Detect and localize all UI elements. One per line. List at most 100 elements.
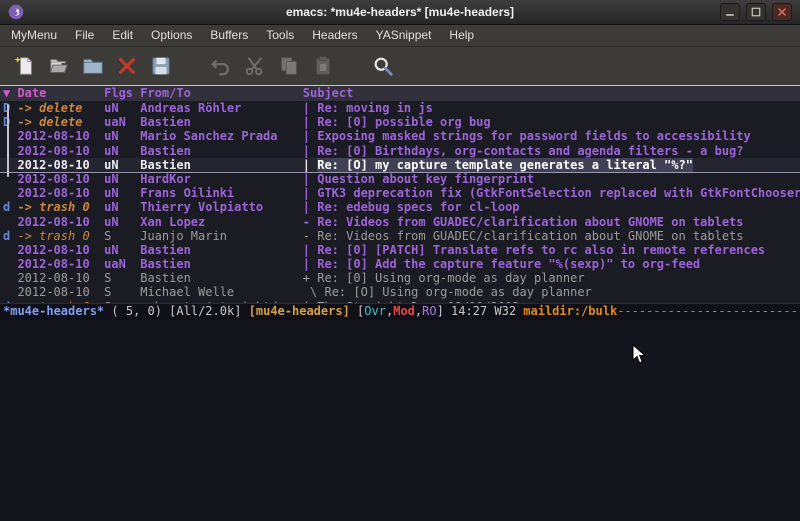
message-row[interactable]: 2012-08-10uNBastien| Re: [0] Birthdays, …: [0, 144, 800, 158]
new-file-button[interactable]: [10, 51, 40, 81]
menu-item-yasnippet[interactable]: YASnippet: [367, 25, 441, 46]
emacs-frame: ▼DateFlgsFrom/ToSubject D-> deleteuNAndr…: [0, 85, 800, 521]
undo-button[interactable]: [206, 51, 236, 81]
menu-item-file[interactable]: File: [66, 25, 103, 46]
message-date: -> delete: [17, 101, 104, 115]
menu-item-mymenu[interactable]: MyMenu: [2, 25, 66, 46]
menu-item-tools[interactable]: Tools: [257, 25, 303, 46]
menu-item-headers[interactable]: Headers: [303, 25, 366, 46]
mark-char: d: [3, 229, 17, 243]
message-subject: Re: edebug specs for cl-loop: [317, 200, 519, 214]
toolbar: [0, 47, 800, 85]
message-subject: Re: [0] Add the capture feature "%(sexp)…: [317, 257, 700, 271]
mark-char: d: [3, 300, 17, 303]
open-file-button[interactable]: [44, 51, 74, 81]
scrollbar-thumb[interactable]: [7, 104, 9, 177]
close-buffer-button[interactable]: [112, 51, 142, 81]
menu-item-buffers[interactable]: Buffers: [201, 25, 257, 46]
message-row[interactable]: 2012-08-10uNBastien| Re: [O] my capture …: [0, 158, 800, 172]
message-row[interactable]: 2012-08-10uNBastien| Re: [0] [PATCH] Tra…: [0, 243, 800, 257]
message-subject: Re: moving in js: [317, 101, 433, 115]
message-from: Xan Lopez: [140, 215, 303, 229]
message-flags: uN: [104, 158, 140, 172]
message-row[interactable]: d-> trash 0uNThierry Volpiatto| Re: edeb…: [0, 200, 800, 214]
modeline-plain: ]: [437, 304, 451, 318]
message-from: Thierry Volpiatto: [140, 200, 303, 214]
headers-buffer: D-> deleteuNAndreas Röhler| Re: moving i…: [0, 101, 800, 303]
column-header-flags[interactable]: Flgs: [104, 86, 140, 101]
copy-button[interactable]: [274, 51, 304, 81]
save-buffer-button[interactable]: [146, 51, 176, 81]
message-row[interactable]: 2012-08-10SBastien+ Re: [0] Using org-mo…: [0, 271, 800, 285]
thread-indicator: -: [303, 215, 317, 229]
headers-column-header: ▼DateFlgsFrom/ToSubject: [0, 86, 800, 101]
mark-char: d: [3, 200, 17, 214]
thread-indicator: -: [303, 229, 317, 243]
mark-char: D: [3, 101, 17, 115]
maximize-button[interactable]: [746, 3, 766, 21]
message-date: 2012-08-10: [17, 144, 104, 158]
column-header-from[interactable]: From/To: [140, 86, 303, 101]
message-from: Bastien: [140, 115, 303, 129]
minimize-button[interactable]: [720, 3, 740, 21]
column-header-subject[interactable]: Subject: [303, 86, 354, 100]
modeline[interactable]: *mu4e-headers* ( 5, 0) [All/2.0k] [mu4e-…: [0, 303, 800, 320]
message-date: 2012-08-10: [17, 271, 104, 285]
message-row[interactable]: D-> deleteuNAndreas Röhler| Re: moving i…: [0, 101, 800, 115]
cut-button[interactable]: [240, 51, 270, 81]
titlebar[interactable]: emacs: *mu4e-headers* [mu4e-headers]: [0, 0, 800, 25]
message-row[interactable]: 2012-08-10uNFrans Oilinki| GTK3 deprecat…: [0, 186, 800, 200]
message-row[interactable]: 2012-08-10uNHardKor| Question about key …: [0, 172, 800, 186]
dired-button[interactable]: [78, 51, 108, 81]
message-flags: uN: [104, 129, 140, 143]
message-from: Michael Welle: [140, 285, 303, 299]
message-date: -> trash 0: [17, 300, 104, 303]
open-file-icon: [48, 55, 70, 77]
message-from: Andreas Röhler: [140, 101, 303, 115]
message-subject: Re: Videos from GUADEC/clarification abo…: [317, 229, 743, 243]
echo-area[interactable]: [0, 320, 800, 521]
menu-item-edit[interactable]: Edit: [103, 25, 142, 46]
thread-indicator: \: [303, 285, 325, 299]
menu-item-help[interactable]: Help: [440, 25, 483, 46]
modeline-ovr: Ovr: [364, 304, 386, 318]
emacs-app-icon: [8, 4, 24, 20]
message-subject: Question about key fingerprint: [317, 172, 534, 186]
message-flags: uN: [104, 243, 140, 257]
thread-indicator: |: [303, 300, 317, 303]
message-row[interactable]: d-> trash 0Swebmaster@straightd...| The …: [0, 300, 800, 303]
message-row[interactable]: 2012-08-10SMichael Welle \ Re: [O] Using…: [0, 285, 800, 299]
thread-indicator: |: [303, 158, 317, 172]
thread-indicator: |: [303, 186, 317, 200]
message-date: 2012-08-10: [17, 172, 104, 186]
search-button[interactable]: [368, 51, 398, 81]
modeline-buffer-name: *mu4e-headers*: [3, 304, 104, 318]
message-subject: Exposing masked strings for password fie…: [317, 129, 750, 143]
cut-icon: [244, 55, 266, 77]
thread-indicator: |: [303, 200, 317, 214]
message-list: D-> deleteuNAndreas Röhler| Re: moving i…: [0, 101, 800, 303]
message-subject: GTK3 deprecation fix (GtkFontSelection r…: [317, 186, 800, 200]
message-date: 2012-08-10: [17, 129, 104, 143]
sort-direction-icon[interactable]: ▼: [3, 86, 17, 101]
message-from: Bastien: [140, 158, 303, 172]
message-subject: Re: [O] my capture template generates a …: [317, 158, 693, 172]
modeline-plain: ( 5, 0) [All/2.0k]: [104, 304, 249, 318]
message-from: Bastien: [140, 271, 303, 285]
message-row[interactable]: 2012-08-10uNXan Lopez- Re: Videos from G…: [0, 215, 800, 229]
save-buffer-icon: [150, 55, 172, 77]
close-button[interactable]: [772, 3, 792, 21]
message-row[interactable]: d-> trash 0SJuanjo Marin- Re: Videos fro…: [0, 229, 800, 243]
message-row[interactable]: 2012-08-10uNMario Sanchez Prada| Exposin…: [0, 129, 800, 143]
window-controls: [720, 3, 792, 21]
column-header-date[interactable]: Date: [17, 86, 104, 101]
menu-item-options[interactable]: Options: [142, 25, 201, 46]
message-date: 2012-08-10: [17, 257, 104, 271]
message-flags: uN: [104, 101, 140, 115]
message-row[interactable]: 2012-08-10uaNBastien| Re: [0] Add the ca…: [0, 257, 800, 271]
paste-button[interactable]: [308, 51, 338, 81]
mark-char: D: [3, 115, 17, 129]
message-row[interactable]: D-> deleteuaNBastien| Re: [0] possible o…: [0, 115, 800, 129]
message-from: Bastien: [140, 144, 303, 158]
new-file-icon: [14, 55, 36, 77]
